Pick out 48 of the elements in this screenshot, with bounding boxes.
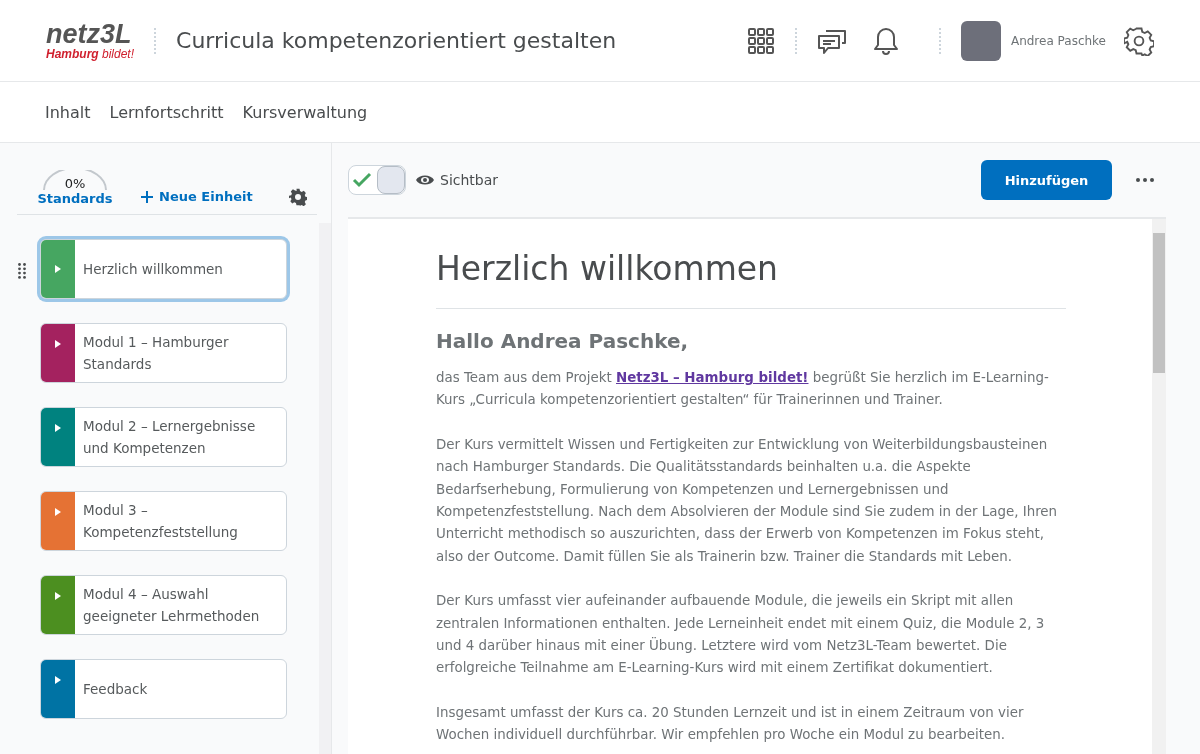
play-icon bbox=[55, 676, 61, 684]
paragraph: Der Kurs vermittelt Wissen und Fertigkeiten zur Entwicklung von Weiterbildungsbausteinen nach Hamburger Standards. Die Qualitätsstandards beinhalten u.a. die Aspekte Bedarfserhebung, Formulierung von Kompetenzen und Lernergebnissen und Kompetenzfeststellung. Nach dem Absolvieren der Module sind Sie zudem in der Lage, Ihren Unterricht methodisch so auszurichten, dass der Erwerb von Kompetenzen im Fokus steht, also der Outcome. Damit füllen Sie als Trainerin bzw. Trainer die Standards mit Leben. bbox=[436, 435, 1059, 566]
more-icon[interactable] bbox=[1136, 178, 1154, 182]
settings-icon[interactable] bbox=[288, 188, 307, 206]
drag-handle-icon[interactable] bbox=[18, 263, 26, 279]
unit-card[interactable]: Modul 2 – Lernergebnisse und Kompetenzen bbox=[40, 407, 287, 467]
play-icon bbox=[55, 265, 61, 273]
bell-icon[interactable] bbox=[872, 25, 899, 56]
standards-link[interactable]: Standards bbox=[37, 191, 113, 206]
paragraph: Insgesamt umfasst der Kurs ca. 20 Stunden Lernzeit und ist in einem Zeitraum von vier Wochen individuell durchführbar. Wir empfehlen pro Woche ein Modul zu bearbeiten. bbox=[436, 703, 1025, 745]
unit-card[interactable]: Herzlich willkommen bbox=[40, 239, 287, 299]
logo[interactable]: netz3L Hamburg bildet! bbox=[46, 21, 135, 60]
grid-icon[interactable] bbox=[746, 26, 775, 55]
new-unit-button[interactable]: Neue Einheit bbox=[141, 189, 253, 204]
add-button[interactable]: Hinzufügen bbox=[981, 160, 1112, 200]
project-link[interactable]: Netz3L – Hamburg bildet! bbox=[616, 370, 809, 385]
scrollbar-thumb[interactable] bbox=[1153, 233, 1165, 373]
play-icon bbox=[55, 340, 61, 348]
nav-link[interactable]: Kursverwaltung bbox=[242, 102, 368, 122]
unit-title: Feedback bbox=[82, 680, 149, 699]
unit-title: Modul 2 – Lernergebnisse und Kompetenzen bbox=[82, 417, 257, 458]
play-icon bbox=[55, 424, 61, 432]
check-icon bbox=[352, 172, 372, 188]
unit-title: Herzlich willkommen bbox=[82, 260, 224, 279]
play-icon bbox=[55, 592, 61, 600]
progress-value: 0% bbox=[64, 176, 86, 191]
course-title: Curricula kompetenzorientiert gestalten bbox=[176, 28, 617, 53]
visibility-toggle[interactable] bbox=[348, 165, 406, 195]
paragraph: Der Kurs umfasst vier aufeinander aufbauende Module, die jeweils ein Skript mit allen zentralen Informationen enthalten. Jede Lerneinheit endet mit einem Quiz, die Module 2, 3 und 4 darüber hinaus mit einer Übung. Letztere wird vom Netz3L-Team bewertet. Die erfolgreiche Teilnahme am E-Learning-Kurs wird mit einem Zertifikat dokumentiert. bbox=[436, 592, 1046, 678]
intro-paragraph: das Team aus dem Projekt Netz3L – Hamburg bildet! begrüßt Sie herzlich im E-Learning-Kurs „Curricula kompetenzorientiert gestalten“ für Trainerinnen und Trainer. bbox=[436, 369, 1050, 410]
visibility-label: Sichtbar bbox=[440, 172, 499, 188]
unit-card[interactable]: Modul 3 – Kompetenzfeststellung bbox=[40, 491, 287, 551]
unit-card[interactable]: Feedback bbox=[40, 659, 287, 719]
page-heading: Herzlich willkommen bbox=[436, 249, 780, 288]
unit-title: Modul 4 – Auswahl geeigneter Lehrmethoden bbox=[82, 585, 261, 626]
unit-title: Modul 3 – Kompetenzfeststellung bbox=[82, 501, 239, 542]
nav-link[interactable]: Lernfortschritt bbox=[109, 102, 224, 122]
play-icon bbox=[55, 508, 61, 516]
unit-card[interactable]: Modul 1 – Hamburger Standards bbox=[40, 323, 287, 383]
settings-icon[interactable] bbox=[1124, 25, 1154, 56]
plus-icon bbox=[141, 190, 153, 203]
unit-title: Modul 1 – Hamburger Standards bbox=[82, 333, 230, 374]
nav-link[interactable]: Inhalt bbox=[45, 102, 91, 122]
user-name[interactable]: Andrea Paschke bbox=[1010, 33, 1106, 48]
avatar-photo-placeholder[interactable] bbox=[960, 20, 1001, 61]
greeting: Hallo Andrea Paschke, bbox=[436, 329, 690, 353]
eye-icon bbox=[416, 174, 434, 186]
unit-card[interactable]: Modul 4 – Auswahl geeigneter Lehrmethoden bbox=[40, 575, 287, 635]
